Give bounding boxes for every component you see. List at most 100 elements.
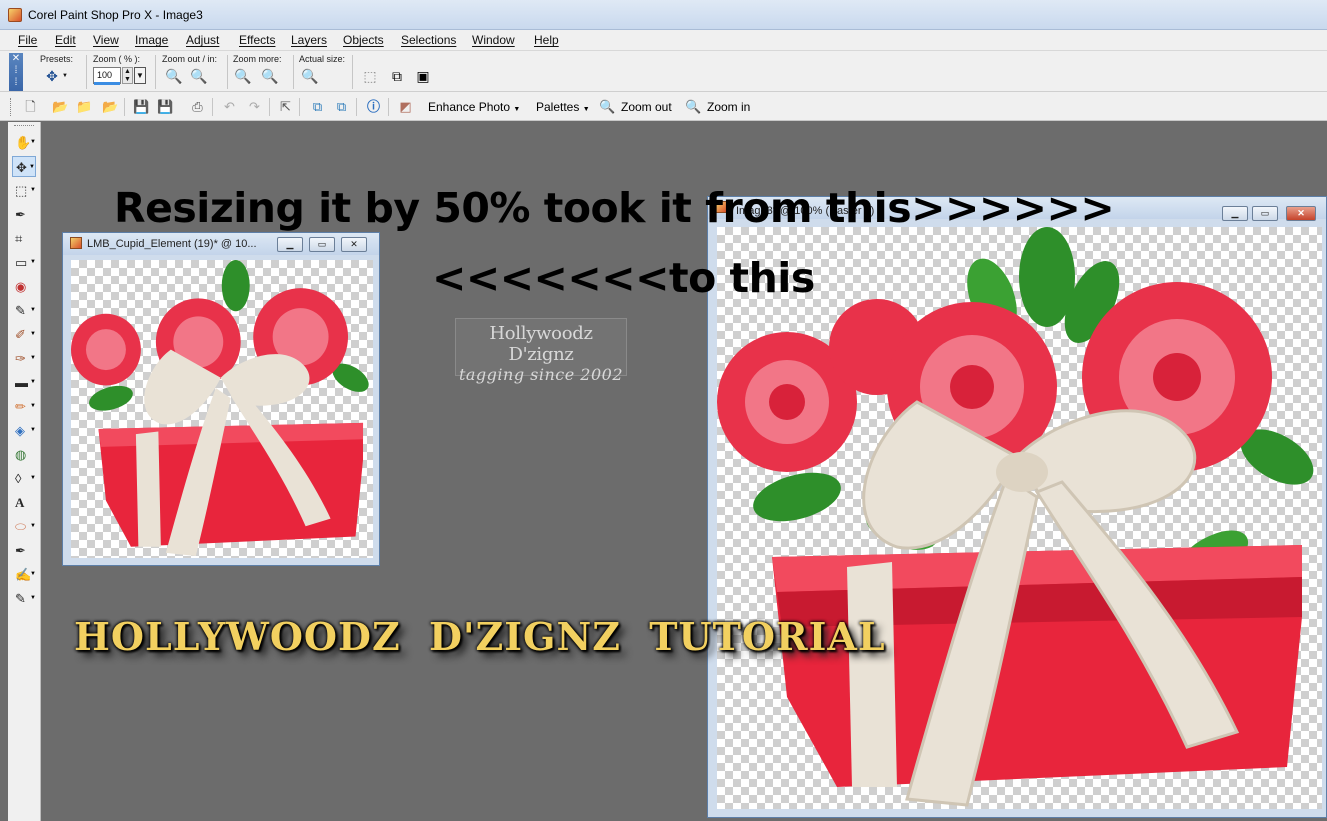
gift-roses-artwork-small [71, 260, 369, 556]
menu-adjust[interactable]: Adjust [186, 33, 219, 47]
fit-window-icon[interactable]: ⬚ [362, 68, 378, 84]
dodge-tool-icon[interactable]: ◈ ▼ [12, 420, 36, 441]
window-title: Corel Paint Shop Pro X - Image3 [28, 8, 203, 22]
zoom-out-button[interactable]: Zoom out [621, 100, 672, 114]
minimize-button[interactable]: ▁ [277, 237, 303, 252]
zoom-more-in-icon[interactable]: 🔍 [261, 68, 278, 84]
enhance-photo-icon[interactable]: ◩ [397, 98, 414, 115]
pan-tool-icon[interactable]: ✋ ▼ [12, 132, 36, 153]
menu-file[interactable]: File [18, 33, 37, 47]
menu-layers[interactable]: Layers [291, 33, 327, 47]
deform-tool-icon[interactable]: ▭ ▼ [12, 252, 36, 273]
document-titlebar[interactable]: LMB_Cupid_Element (19)* @ 10... ▁ ▭ ✕ [63, 233, 379, 255]
toolbar-grip[interactable] [10, 98, 13, 116]
menu-bar: File Edit View Image Adjust Effects Laye… [0, 30, 1327, 50]
air-brush-icon[interactable]: ✎ ▼ [12, 588, 36, 609]
tools-grip[interactable] [14, 125, 34, 128]
clone-tool-icon[interactable]: ✐ ▼ [12, 324, 36, 345]
smudge-tool-icon[interactable]: ◊ ▼ [12, 468, 36, 489]
zoom-out-icon[interactable]: 🔍 [165, 68, 182, 84]
text-tool-icon[interactable]: A [12, 492, 36, 513]
eraser-tool-icon[interactable]: ✏ ▼ [12, 396, 36, 417]
resize-icon[interactable]: ⇱ [277, 98, 294, 115]
enhance-photo-menu[interactable]: Enhance Photo ▼ [428, 100, 520, 114]
paste-icon[interactable]: ⧉ [333, 98, 350, 115]
document-window-small[interactable]: LMB_Cupid_Element (19)* @ 10... ▁ ▭ ✕ [62, 232, 380, 566]
enhance-photo-arrow-icon: ▼ [513, 106, 521, 113]
organizer-icon[interactable]: 📂 [102, 98, 119, 115]
menu-help[interactable]: Help [534, 33, 559, 47]
pen-tool-icon[interactable]: ✒ [12, 540, 36, 561]
menu-edit[interactable]: Edit [55, 33, 76, 47]
maximize-button[interactable]: ▭ [309, 237, 335, 252]
document-title: LMB_Cupid_Element (19)* @ 10... [87, 238, 257, 250]
palette-grip[interactable]: ✕ ⁞ ⁞ [9, 53, 23, 91]
menu-window[interactable]: Window [472, 33, 515, 47]
warp-brush-icon[interactable]: ✍ ▼ [12, 564, 36, 585]
presets-dropdown-arrow[interactable]: ▼ [62, 73, 68, 79]
watermark-logo: Hollywoodz D'zignz tagging since 2002 [455, 318, 627, 384]
ribbon-band [847, 562, 897, 787]
open-file-icon[interactable]: 📂 [52, 98, 69, 115]
rose [85, 329, 126, 371]
zoom-in-icon[interactable]: 🔍 [190, 68, 207, 84]
watermark-line1: Hollywoodz D'zignz [489, 323, 593, 365]
separator [269, 98, 270, 116]
zoom-more-out-icon[interactable]: 🔍 [234, 68, 251, 84]
separator [212, 98, 213, 116]
document-icon [70, 237, 82, 249]
menu-objects[interactable]: Objects [343, 33, 384, 47]
zoom-in-button[interactable]: Zoom in [707, 100, 750, 114]
maximize-button[interactable]: ▭ [1252, 206, 1278, 221]
menu-effects[interactable]: Effects [239, 33, 275, 47]
actual-size-icon[interactable]: 🔍 [301, 68, 318, 84]
save-as-icon[interactable]: 💾 [157, 98, 174, 115]
undo-icon[interactable]: ↶ [221, 98, 238, 115]
menu-view[interactable]: View [93, 33, 119, 47]
annotation-heading-line1: Resizing it by 50% took it from this>>>>… [114, 184, 1115, 232]
copy-icon[interactable]: ⧉ [309, 98, 326, 115]
move-tool-icon[interactable]: ✥ ▼ [12, 156, 36, 177]
zoom-spinner[interactable]: ▲ ▼ [122, 67, 133, 84]
zoom-more-label: Zoom more: [233, 54, 282, 64]
app-icon [8, 8, 22, 22]
separator [352, 55, 353, 89]
close-button[interactable]: ✕ [341, 237, 367, 252]
scratch-remover-icon[interactable]: ▬ ▼ [12, 372, 36, 393]
shape-tool-icon[interactable]: ⬭ ▼ [12, 516, 36, 537]
menu-image[interactable]: Image [135, 33, 168, 47]
close-button[interactable]: ✕ [1286, 206, 1316, 221]
minimize-button[interactable]: ▁ [1222, 206, 1248, 221]
zoom-in-icon[interactable]: 🔍 [685, 98, 702, 115]
zoom-dropdown[interactable]: ▼ [134, 67, 146, 84]
zoom-out-icon[interactable]: 🔍 [599, 98, 616, 115]
tools-toolbar: ✋ ▼ ✥ ▼ ⬚ ▼ ✒ ⌗ ▭ ▼ ◉ ✎ ▼ ✐ ▼ ✑ ▼ ▬ ▼ ✏ ▼ ◈ ▼ ◍ ◊ ▼… [8, 122, 41, 821]
menu-selections[interactable]: Selections [401, 33, 456, 47]
info-icon[interactable]: ⓘ [365, 98, 382, 115]
crop-tool-icon[interactable]: ⌗ [12, 228, 36, 249]
move-preset-icon[interactable]: ✥ [44, 68, 60, 84]
image-canvas-large[interactable] [717, 227, 1322, 809]
presets-label: Presets: [40, 54, 74, 64]
print-icon[interactable]: ⎙ [189, 98, 206, 115]
save-icon[interactable]: 💾 [133, 98, 150, 115]
separator [227, 55, 228, 89]
new-file-icon[interactable]: 🗋 [22, 98, 39, 115]
selection-tool-icon[interactable]: ⬚ ▼ [12, 180, 36, 201]
makeover-tool-icon[interactable]: ✎ ▼ [12, 300, 36, 321]
paint-brush-icon[interactable]: ✑ ▼ [12, 348, 36, 369]
image-canvas-small[interactable] [71, 260, 373, 558]
browse-icon[interactable]: 📁 [76, 98, 93, 115]
redo-icon[interactable]: ↷ [246, 98, 263, 115]
palettes-menu[interactable]: Palettes ▼ [536, 100, 590, 114]
title-bar: Corel Paint Shop Pro X - Image3 [0, 0, 1327, 30]
separator [299, 98, 300, 116]
full-screen-icon[interactable]: ▣ [415, 68, 431, 84]
gift-roses-artwork-large [717, 227, 1314, 807]
dropper-tool-icon[interactable]: ✒ [12, 204, 36, 225]
fit-image-icon[interactable]: ⧉ [389, 68, 405, 84]
zoom-slider[interactable] [94, 82, 120, 85]
fill-tool-icon[interactable]: ◍ [12, 444, 36, 465]
ribbon-band [135, 431, 161, 547]
red-eye-tool-icon[interactable]: ◉ [12, 276, 36, 297]
